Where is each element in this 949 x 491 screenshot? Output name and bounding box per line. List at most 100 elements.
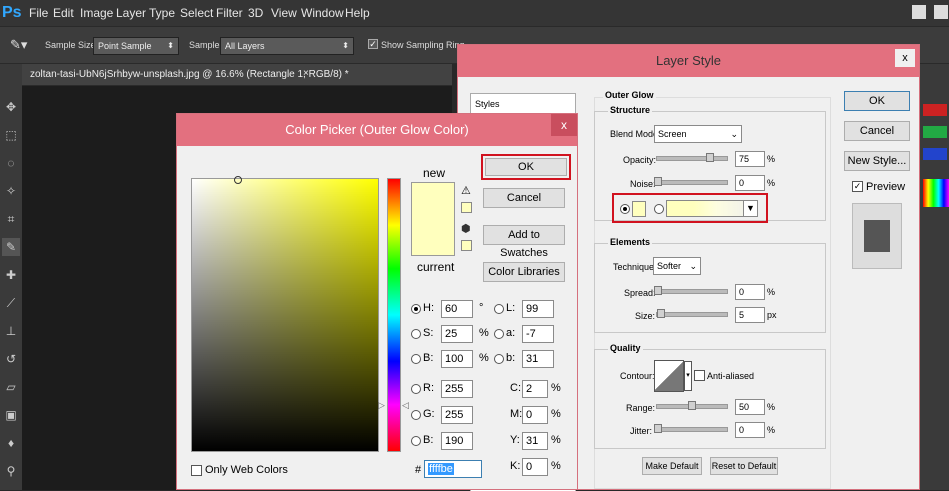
color-picker-close-button[interactable]: x bbox=[551, 114, 577, 136]
noise-slider-thumb[interactable] bbox=[654, 177, 662, 186]
hue-slider-right-arrow-icon[interactable]: ◁ bbox=[402, 400, 409, 411]
green-radio[interactable] bbox=[411, 410, 421, 420]
menu-type[interactable]: Type bbox=[149, 6, 175, 20]
layer-style-cancel-button[interactable]: Cancel bbox=[844, 121, 910, 141]
noise-slider[interactable] bbox=[656, 180, 728, 185]
saturation-radio[interactable] bbox=[411, 329, 421, 339]
color-picker-cancel-button[interactable]: Cancel bbox=[483, 188, 565, 208]
brightness-radio[interactable] bbox=[411, 354, 421, 364]
eyedropper-icon[interactable]: ✎▾ bbox=[10, 37, 27, 53]
menu-3d[interactable]: 3D bbox=[248, 6, 263, 20]
saturation-field[interactable]: 25 bbox=[441, 325, 473, 343]
size-slider[interactable] bbox=[656, 312, 728, 317]
hue-slider-left-arrow-icon[interactable]: ▷ bbox=[378, 400, 385, 411]
red-field[interactable]: 255 bbox=[441, 380, 473, 398]
lab-a-field[interactable]: -7 bbox=[522, 325, 554, 343]
jitter-slider[interactable] bbox=[656, 427, 728, 432]
blue-field[interactable]: 190 bbox=[441, 432, 473, 450]
jitter-field[interactable]: 0 bbox=[735, 422, 765, 438]
crop-tool-icon[interactable]: ⌗ bbox=[2, 210, 20, 228]
add-to-swatches-button[interactable]: Add to Swatches bbox=[483, 225, 565, 259]
jitter-slider-thumb[interactable] bbox=[654, 424, 662, 433]
lab-l-radio[interactable] bbox=[494, 304, 504, 314]
spread-field[interactable]: 0 bbox=[735, 284, 765, 300]
gamut-warning-icon[interactable]: ⚠ bbox=[461, 184, 471, 197]
opacity-slider[interactable] bbox=[656, 156, 728, 161]
lab-l-field[interactable]: 99 bbox=[522, 300, 554, 318]
sample-select[interactable]: All Layers ⬍ bbox=[220, 37, 354, 55]
magenta-field[interactable]: 0 bbox=[522, 406, 548, 424]
range-field[interactable]: 50 bbox=[735, 399, 765, 415]
lab-a-radio[interactable] bbox=[494, 329, 504, 339]
minimize-icon[interactable] bbox=[912, 5, 926, 19]
blue-radio[interactable] bbox=[411, 436, 421, 446]
gamut-swatch[interactable] bbox=[461, 202, 472, 213]
reset-to-default-button[interactable]: Reset to Default bbox=[710, 457, 778, 475]
sample-size-select[interactable]: Point Sample ⬍ bbox=[93, 37, 179, 55]
menu-image[interactable]: Image bbox=[80, 6, 113, 20]
gradient-tool-icon[interactable]: ▣ bbox=[2, 406, 20, 424]
swatch-blue[interactable] bbox=[923, 148, 947, 160]
swatch-green[interactable] bbox=[923, 126, 947, 138]
styles-list[interactable]: Styles bbox=[470, 93, 576, 115]
green-field[interactable]: 255 bbox=[441, 406, 473, 424]
color-libraries-button[interactable]: Color Libraries bbox=[483, 262, 565, 282]
menu-view[interactable]: View bbox=[271, 6, 297, 20]
range-slider-thumb[interactable] bbox=[688, 401, 696, 410]
swatch-red[interactable] bbox=[923, 104, 947, 116]
eraser-tool-icon[interactable]: ▱ bbox=[2, 378, 20, 396]
dodge-tool-icon[interactable]: ⚲ bbox=[2, 462, 20, 480]
black-field[interactable]: 0 bbox=[522, 458, 548, 476]
cyan-field[interactable]: 2 bbox=[522, 380, 548, 398]
opacity-slider-thumb[interactable] bbox=[706, 153, 714, 162]
menu-window[interactable]: Window bbox=[301, 6, 344, 20]
spread-slider[interactable] bbox=[656, 289, 728, 294]
web-safe-cube-icon[interactable]: ⬢ bbox=[461, 222, 471, 235]
close-tab-icon[interactable]: × bbox=[303, 68, 309, 79]
layer-style-close-button[interactable]: x bbox=[895, 49, 915, 67]
web-safe-swatch[interactable] bbox=[461, 240, 472, 251]
marquee-tool-icon[interactable]: ⬚ bbox=[2, 126, 20, 144]
blend-mode-select[interactable]: Screen ⌄ bbox=[654, 125, 742, 143]
menu-filter[interactable]: Filter bbox=[216, 6, 243, 20]
menu-file[interactable]: File bbox=[29, 6, 48, 20]
brightness-field[interactable]: 100 bbox=[441, 350, 473, 368]
saturation-brightness-field[interactable] bbox=[191, 176, 379, 452]
color-ramp[interactable] bbox=[923, 179, 949, 207]
hex-field[interactable]: ffffbe bbox=[424, 460, 482, 478]
color-picker-cursor[interactable] bbox=[234, 176, 242, 184]
noise-field[interactable]: 0 bbox=[735, 175, 765, 191]
new-style-button[interactable]: New Style... bbox=[844, 151, 910, 171]
contour-picker[interactable]: ▾ bbox=[654, 360, 692, 392]
document-tab[interactable]: zoltan-tasi-UbN6jSrhbyw-unsplash.jpg @ 1… bbox=[30, 69, 349, 80]
lab-b-field[interactable]: 31 bbox=[522, 350, 554, 368]
restore-icon[interactable] bbox=[934, 5, 948, 19]
hue-radio[interactable] bbox=[411, 304, 421, 314]
size-slider-thumb[interactable] bbox=[657, 309, 665, 318]
make-default-button[interactable]: Make Default bbox=[642, 457, 702, 475]
quick-select-tool-icon[interactable]: ✧ bbox=[2, 182, 20, 200]
menu-help[interactable]: Help bbox=[345, 6, 370, 20]
only-web-colors-checkbox[interactable] bbox=[191, 465, 202, 476]
history-brush-icon[interactable]: ↺ bbox=[2, 350, 20, 368]
lab-b-radio[interactable] bbox=[494, 354, 504, 364]
yellow-field[interactable]: 31 bbox=[522, 432, 548, 450]
hue-field[interactable]: 60 bbox=[441, 300, 473, 318]
menu-layer[interactable]: Layer bbox=[116, 6, 146, 20]
hue-slider[interactable] bbox=[387, 178, 401, 452]
red-radio[interactable] bbox=[411, 384, 421, 394]
eyedropper-tool-icon[interactable]: ✎ bbox=[2, 238, 20, 256]
move-tool-icon[interactable]: ✥ bbox=[2, 98, 20, 116]
current-color-swatch[interactable] bbox=[411, 222, 455, 256]
anti-aliased-checkbox[interactable] bbox=[694, 370, 705, 381]
stamp-tool-icon[interactable]: ⊥ bbox=[2, 322, 20, 340]
show-sampling-ring-checkbox[interactable]: ✓ bbox=[368, 39, 378, 49]
blur-tool-icon[interactable]: ♦ bbox=[2, 434, 20, 452]
preview-checkbox[interactable]: ✓ bbox=[852, 181, 863, 192]
menu-select[interactable]: Select bbox=[180, 6, 213, 20]
size-field[interactable]: 5 bbox=[735, 307, 765, 323]
lasso-tool-icon[interactable]: ◌ bbox=[2, 154, 20, 172]
brush-tool-icon[interactable]: ⟋ bbox=[2, 294, 20, 312]
spread-slider-thumb[interactable] bbox=[654, 286, 662, 295]
technique-select[interactable]: Softer ⌄ bbox=[653, 257, 701, 275]
